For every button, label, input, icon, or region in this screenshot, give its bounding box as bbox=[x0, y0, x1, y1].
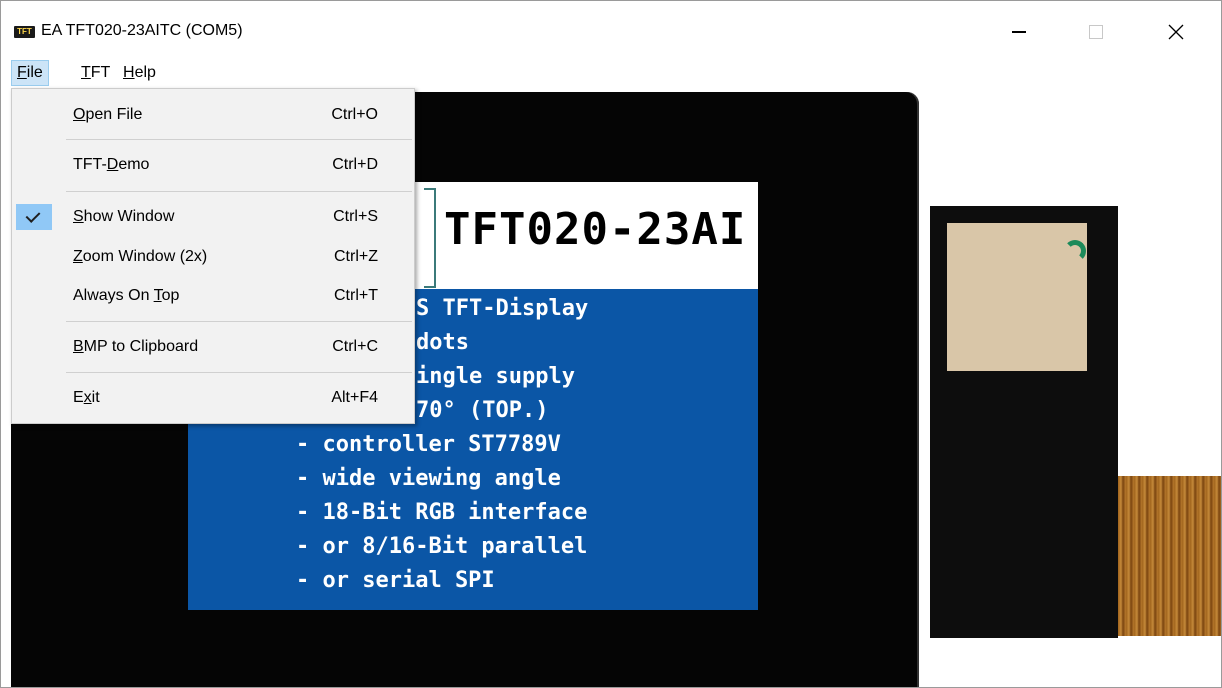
menu-item-bmp-to-clipboard[interactable]: BMP to Clipboard Ctrl+C bbox=[12, 332, 414, 362]
accel-key: Z bbox=[73, 248, 83, 265]
menu-bar: File TFT Help bbox=[1, 58, 1221, 88]
menu-file[interactable]: File bbox=[11, 60, 49, 86]
screen-line: - or serial SPI bbox=[296, 568, 495, 593]
label-text: Always On bbox=[73, 287, 154, 304]
shortcut-label: Ctrl+T bbox=[334, 287, 378, 304]
screen-line: - 18-Bit RGB interface bbox=[296, 500, 588, 525]
maximize-button[interactable] bbox=[1073, 15, 1119, 49]
label-text: op bbox=[161, 287, 180, 304]
menu-item-label: TFT-Demo bbox=[73, 156, 149, 174]
screen-line: - or 8/16-Bit parallel bbox=[296, 534, 588, 559]
app-icon: TFT bbox=[14, 26, 35, 38]
accel-key: T bbox=[153, 287, 162, 304]
display-backside bbox=[930, 206, 1118, 638]
shortcut-label: Alt+F4 bbox=[331, 389, 378, 406]
sticker-mark bbox=[1064, 240, 1086, 262]
menu-separator bbox=[66, 139, 412, 140]
checkmark-icon bbox=[16, 204, 52, 230]
menu-item-show-window[interactable]: Show Window Ctrl+S bbox=[12, 202, 414, 232]
menu-file-label: ile bbox=[26, 64, 43, 81]
close-button[interactable] bbox=[1153, 15, 1199, 49]
menu-item-open-file[interactable]: Open File Ctrl+O bbox=[12, 100, 414, 130]
menu-item-label: Always On Top bbox=[73, 287, 179, 305]
screen-title: TFT020-23AI bbox=[444, 204, 747, 255]
shortcut-label: Ctrl+O bbox=[331, 106, 378, 123]
maximize-icon bbox=[1089, 25, 1103, 39]
menu-item-always-on-top[interactable]: Always On Top Ctrl+T bbox=[12, 281, 414, 311]
screen-line: 70° (TOP.) bbox=[416, 398, 549, 423]
menu-item-label: Zoom Window (2x) bbox=[73, 248, 207, 266]
shortcut-label: Ctrl+S bbox=[333, 208, 378, 225]
menu-item-label: BMP to Clipboard bbox=[73, 338, 198, 356]
label-text: TFT- bbox=[73, 156, 107, 173]
shortcut-label: Ctrl+C bbox=[332, 338, 378, 355]
app-window: TFT EA TFT020-23AITC (COM5) File TFT Hel… bbox=[0, 0, 1222, 688]
menu-file-accel: F bbox=[17, 64, 27, 81]
menu-item-label: Show Window bbox=[73, 208, 174, 226]
minimize-icon bbox=[1012, 31, 1026, 33]
shortcut-label: Ctrl+Z bbox=[334, 248, 378, 265]
minimize-button[interactable] bbox=[996, 15, 1042, 49]
label-text: E bbox=[73, 389, 84, 406]
label-text: pen File bbox=[85, 106, 143, 123]
menu-separator bbox=[66, 321, 412, 322]
backside-sticker bbox=[947, 223, 1087, 371]
menu-item-label: Exit bbox=[73, 389, 100, 407]
logo-frame bbox=[424, 188, 436, 288]
menu-item-tft-demo[interactable]: TFT-Demo Ctrl+D bbox=[12, 150, 414, 180]
label-text: oom Window (2x) bbox=[82, 248, 208, 265]
menu-item-zoom-window[interactable]: Zoom Window (2x) Ctrl+Z bbox=[12, 242, 414, 272]
screen-line: - wide viewing angle bbox=[296, 466, 561, 491]
menu-help-accel: H bbox=[123, 64, 135, 81]
menu-help[interactable]: Help bbox=[117, 60, 162, 86]
menu-item-exit[interactable]: Exit Alt+F4 bbox=[12, 383, 414, 413]
label-text: how Window bbox=[83, 208, 175, 225]
accel-key: D bbox=[106, 156, 119, 173]
accel-key: B bbox=[73, 338, 84, 355]
file-menu-dropdown: Open File Ctrl+O TFT-Demo Ctrl+D Show Wi… bbox=[11, 88, 415, 424]
screen-line: - controller ST7789V bbox=[296, 432, 561, 457]
label-text: MP to Clipboard bbox=[83, 338, 199, 355]
flex-cable bbox=[1118, 476, 1221, 636]
menu-separator bbox=[66, 191, 412, 192]
menu-tft[interactable]: TFT bbox=[75, 60, 116, 86]
label-text: it bbox=[91, 389, 100, 406]
menu-separator bbox=[66, 372, 412, 373]
screen-line: S TFT-Display bbox=[416, 296, 589, 321]
accel-key: O bbox=[73, 106, 86, 123]
accel-key: x bbox=[83, 389, 92, 406]
shortcut-label: Ctrl+D bbox=[332, 156, 378, 173]
menu-tft-accel: T bbox=[81, 64, 91, 81]
title-bar[interactable]: TFT EA TFT020-23AITC (COM5) bbox=[1, 1, 1221, 56]
accel-key: S bbox=[73, 208, 84, 225]
window-title: EA TFT020-23AITC (COM5) bbox=[41, 22, 243, 39]
menu-tft-label: FT bbox=[90, 64, 111, 81]
menu-help-label: elp bbox=[134, 64, 156, 81]
screen-line: dots bbox=[416, 330, 469, 355]
screen-line: ingle supply bbox=[416, 364, 575, 389]
label-text: emo bbox=[118, 156, 150, 173]
close-icon bbox=[1168, 24, 1184, 40]
menu-item-label: Open File bbox=[73, 106, 142, 124]
